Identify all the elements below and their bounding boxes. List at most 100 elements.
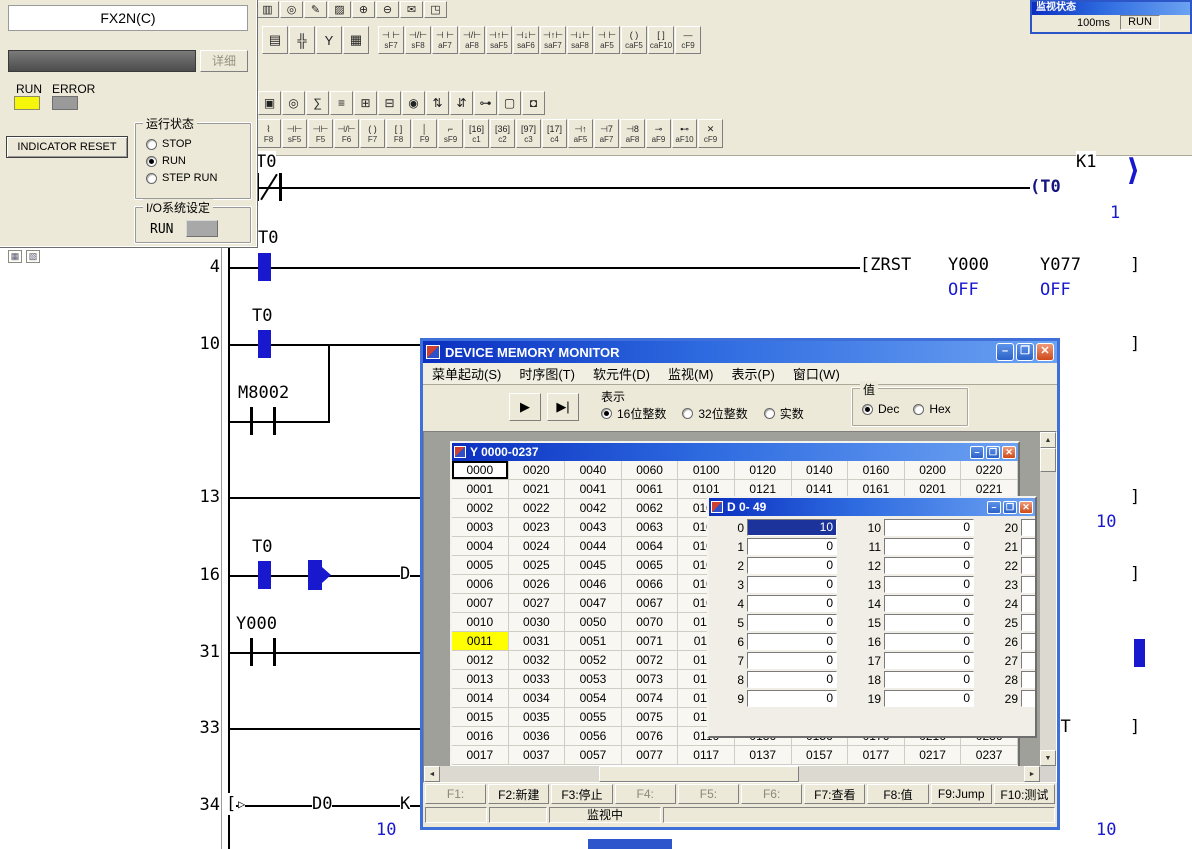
dmm-menu-item[interactable]: 菜单起动(S): [423, 364, 510, 383]
d-maximize-button[interactable]: ❐: [1003, 501, 1017, 514]
d-value-box[interactable]: 0: [747, 652, 837, 669]
y-device-cell[interactable]: 0070: [622, 613, 679, 632]
y-device-cell[interactable]: 0022: [509, 499, 566, 518]
display-format-radio[interactable]: 实数: [764, 405, 804, 422]
ladder-contact-energized[interactable]: [258, 330, 271, 358]
y-device-cell[interactable]: 0021: [509, 480, 566, 499]
fkey-button[interactable]: F2:新建: [488, 784, 549, 804]
y-device-cell[interactable]: 0023: [509, 518, 566, 537]
y-device-cell[interactable]: 0160: [848, 461, 905, 480]
y-device-cell[interactable]: 0071: [622, 632, 679, 651]
display-format-radio[interactable]: 32位整数: [682, 405, 747, 422]
scroll-left-icon[interactable]: ◄: [424, 766, 440, 782]
y-device-cell[interactable]: 0041: [565, 480, 622, 499]
y-device-cell[interactable]: 0016: [452, 727, 509, 746]
dmm-titlebar[interactable]: DEVICE MEMORY MONITOR – ❐ ✕: [423, 341, 1057, 363]
y-device-cell[interactable]: 0001: [452, 480, 509, 499]
y-device-cell[interactable]: 0035: [509, 708, 566, 727]
y-device-cell[interactable]: 0052: [565, 651, 622, 670]
ladder-contact-energized[interactable]: [258, 253, 271, 281]
d-value-box[interactable]: 0: [884, 690, 974, 707]
maximize-button[interactable]: ❐: [1016, 343, 1034, 361]
y-device-cell[interactable]: 0047: [565, 594, 622, 613]
dmm-menu-item[interactable]: 窗口(W): [784, 364, 849, 383]
y-device-cell[interactable]: 0000: [452, 461, 509, 480]
y-device-cell[interactable]: 0066: [622, 575, 679, 594]
d-value-box[interactable]: 0: [884, 519, 974, 536]
y-device-cell[interactable]: 0060: [622, 461, 679, 480]
d-value-box[interactable]: 0: [884, 614, 974, 631]
ladder-contact-energized[interactable]: [258, 561, 271, 589]
horizontal-scroll-thumb[interactable]: [599, 766, 799, 782]
y-device-cell[interactable]: 0020: [509, 461, 566, 480]
d-value-box[interactable]: 0: [747, 690, 837, 707]
y-device-cell[interactable]: 0074: [622, 689, 679, 708]
d-value-box[interactable]: 0: [884, 557, 974, 574]
y-device-cell[interactable]: 0076: [622, 727, 679, 746]
d-value-box[interactable]: [1021, 671, 1035, 688]
radio-stop[interactable]: STOP: [146, 138, 217, 150]
y-device-cell[interactable]: 0077: [622, 746, 679, 765]
y-device-cell[interactable]: 0051: [565, 632, 622, 651]
d-value-box[interactable]: 0: [747, 595, 837, 612]
fkey-button[interactable]: F4:: [615, 784, 676, 804]
y-device-cell[interactable]: 0040: [565, 461, 622, 480]
y-device-cell[interactable]: 0072: [622, 651, 679, 670]
y-device-cell[interactable]: 0045: [565, 556, 622, 575]
y-device-cell[interactable]: 0003: [452, 518, 509, 537]
d-minimize-button[interactable]: –: [987, 501, 1001, 514]
d-value-box[interactable]: 0: [747, 557, 837, 574]
fkey-button[interactable]: F3:停止: [551, 784, 612, 804]
y-device-cell[interactable]: 0043: [565, 518, 622, 537]
y-device-cell[interactable]: 0065: [622, 556, 679, 575]
scroll-down-icon[interactable]: ▼: [1040, 750, 1056, 766]
ladder-contact[interactable]: [256, 173, 282, 201]
d-value-box[interactable]: 0: [884, 633, 974, 650]
fkey-button[interactable]: F5:: [678, 784, 739, 804]
d-value-box[interactable]: 10: [747, 519, 837, 536]
close-button[interactable]: ✕: [1036, 343, 1054, 361]
y-device-cell[interactable]: 0025: [509, 556, 566, 575]
y-device-cell[interactable]: 0050: [565, 613, 622, 632]
y-device-cell[interactable]: 0073: [622, 670, 679, 689]
d-value-box[interactable]: 0: [747, 614, 837, 631]
monitor-status-titlebar[interactable]: 监视状态: [1032, 2, 1190, 15]
y-device-cell[interactable]: 0157: [792, 746, 849, 765]
y-device-cell[interactable]: 0013: [452, 670, 509, 689]
scroll-right-icon[interactable]: ►: [1024, 766, 1040, 782]
d-value-box[interactable]: [1021, 557, 1035, 574]
y-device-cell[interactable]: 0030: [509, 613, 566, 632]
y-device-cell[interactable]: 0120: [735, 461, 792, 480]
y-device-cell[interactable]: 0037: [509, 746, 566, 765]
d-value-box[interactable]: 0: [884, 538, 974, 555]
d-value-box[interactable]: [1021, 633, 1035, 650]
y-device-cell[interactable]: 0217: [905, 746, 962, 765]
y-device-cell[interactable]: 0220: [961, 461, 1018, 480]
y-device-cell[interactable]: 0005: [452, 556, 509, 575]
y-device-cell[interactable]: 0015: [452, 708, 509, 727]
radio-run[interactable]: RUN: [146, 155, 217, 167]
y-device-cell[interactable]: 0027: [509, 594, 566, 613]
y-device-cell[interactable]: 0237: [961, 746, 1018, 765]
d-value-box[interactable]: [1021, 519, 1035, 536]
y-device-cell[interactable]: 0002: [452, 499, 509, 518]
y-device-cell[interactable]: 0117: [678, 746, 735, 765]
y-close-button[interactable]: ✕: [1002, 446, 1016, 459]
y-device-cell[interactable]: 0064: [622, 537, 679, 556]
d-close-button[interactable]: ✕: [1019, 501, 1033, 514]
y-device-cell[interactable]: 0034: [509, 689, 566, 708]
d-value-box[interactable]: [1021, 614, 1035, 631]
y-device-cell[interactable]: 0036: [509, 727, 566, 746]
y-device-cell[interactable]: 0031: [509, 632, 566, 651]
fkey-button[interactable]: F8:值: [867, 784, 928, 804]
horizontal-scrollbar[interactable]: ◄ ►: [424, 766, 1040, 782]
y-minimize-button[interactable]: –: [970, 446, 984, 459]
y-device-cell[interactable]: 0012: [452, 651, 509, 670]
y-device-cell[interactable]: 0026: [509, 575, 566, 594]
y-device-cell[interactable]: 0046: [565, 575, 622, 594]
y-device-cell[interactable]: 0024: [509, 537, 566, 556]
fkey-button[interactable]: F9:Jump: [931, 784, 992, 804]
y-device-cell[interactable]: 0067: [622, 594, 679, 613]
fkey-button[interactable]: F10:测试: [994, 784, 1055, 804]
dmm-menu-item[interactable]: 软元件(D): [584, 364, 659, 383]
